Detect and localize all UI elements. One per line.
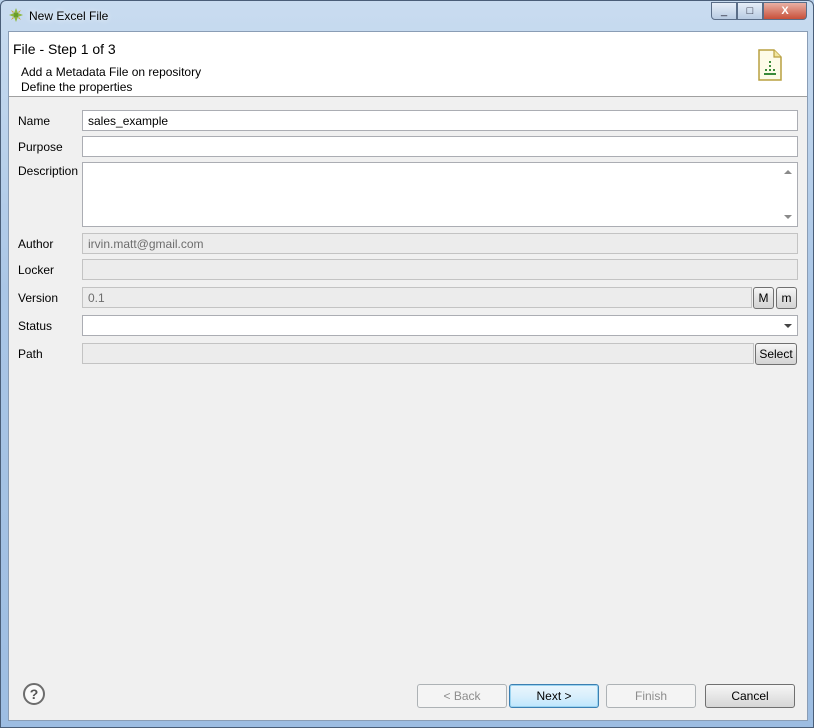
purpose-input[interactable]	[82, 136, 798, 157]
minimize-icon: _	[720, 5, 728, 17]
close-icon: X	[781, 5, 789, 17]
scroll-down-arrow-icon[interactable]	[784, 215, 792, 219]
status-combo[interactable]	[82, 315, 798, 336]
close-button[interactable]: X	[763, 2, 807, 20]
header-description-line1: Add a Metadata File on repository	[21, 65, 202, 79]
title-bar[interactable]: New Excel File _ □ X	[1, 1, 813, 31]
author-input	[82, 233, 798, 254]
version-major-button[interactable]: M	[753, 287, 774, 309]
version-label: Version	[18, 291, 59, 305]
description-textarea[interactable]	[82, 162, 798, 227]
window-title: New Excel File	[29, 9, 109, 23]
status-label: Status	[18, 319, 53, 333]
finish-button[interactable]: Finish	[606, 684, 696, 708]
path-input	[82, 343, 754, 364]
dialog-client-area: File - Step 1 of 3 Add a Metadata File o…	[8, 31, 808, 721]
maximize-button[interactable]: □	[737, 2, 763, 20]
description-scrollbar[interactable]	[780, 163, 797, 226]
name-input[interactable]	[82, 110, 798, 131]
path-select-button[interactable]: Select	[755, 343, 797, 365]
version-minor-button[interactable]: m	[776, 287, 797, 309]
path-label: Path	[18, 347, 43, 361]
next-button[interactable]: Next >	[509, 684, 599, 708]
chevron-down-icon[interactable]	[784, 324, 792, 328]
version-input	[82, 287, 752, 308]
minimize-button[interactable]: _	[711, 2, 737, 20]
maximize-icon: □	[746, 5, 754, 17]
header-description-line2: Define the properties	[21, 80, 133, 94]
step-title: File - Step 1 of 3	[13, 41, 116, 57]
description-label: Description	[18, 164, 79, 178]
back-button[interactable]: < Back	[417, 684, 507, 708]
wizard-footer: ? < Back Next > Finish Cancel	[9, 672, 807, 720]
locker-label: Locker	[18, 263, 55, 277]
excel-file-icon	[758, 49, 782, 81]
help-icon[interactable]: ?	[23, 683, 45, 705]
talend-app-icon	[9, 8, 23, 22]
author-label: Author	[18, 237, 54, 251]
locker-input	[82, 259, 798, 280]
scroll-up-arrow-icon[interactable]	[784, 170, 792, 174]
dialog-window: New Excel File _ □ X File - Step 1 of 3 …	[0, 0, 814, 728]
name-label: Name	[18, 114, 51, 128]
wizard-header: File - Step 1 of 3 Add a Metadata File o…	[9, 32, 807, 97]
purpose-label: Purpose	[18, 140, 63, 154]
cancel-button[interactable]: Cancel	[705, 684, 795, 708]
